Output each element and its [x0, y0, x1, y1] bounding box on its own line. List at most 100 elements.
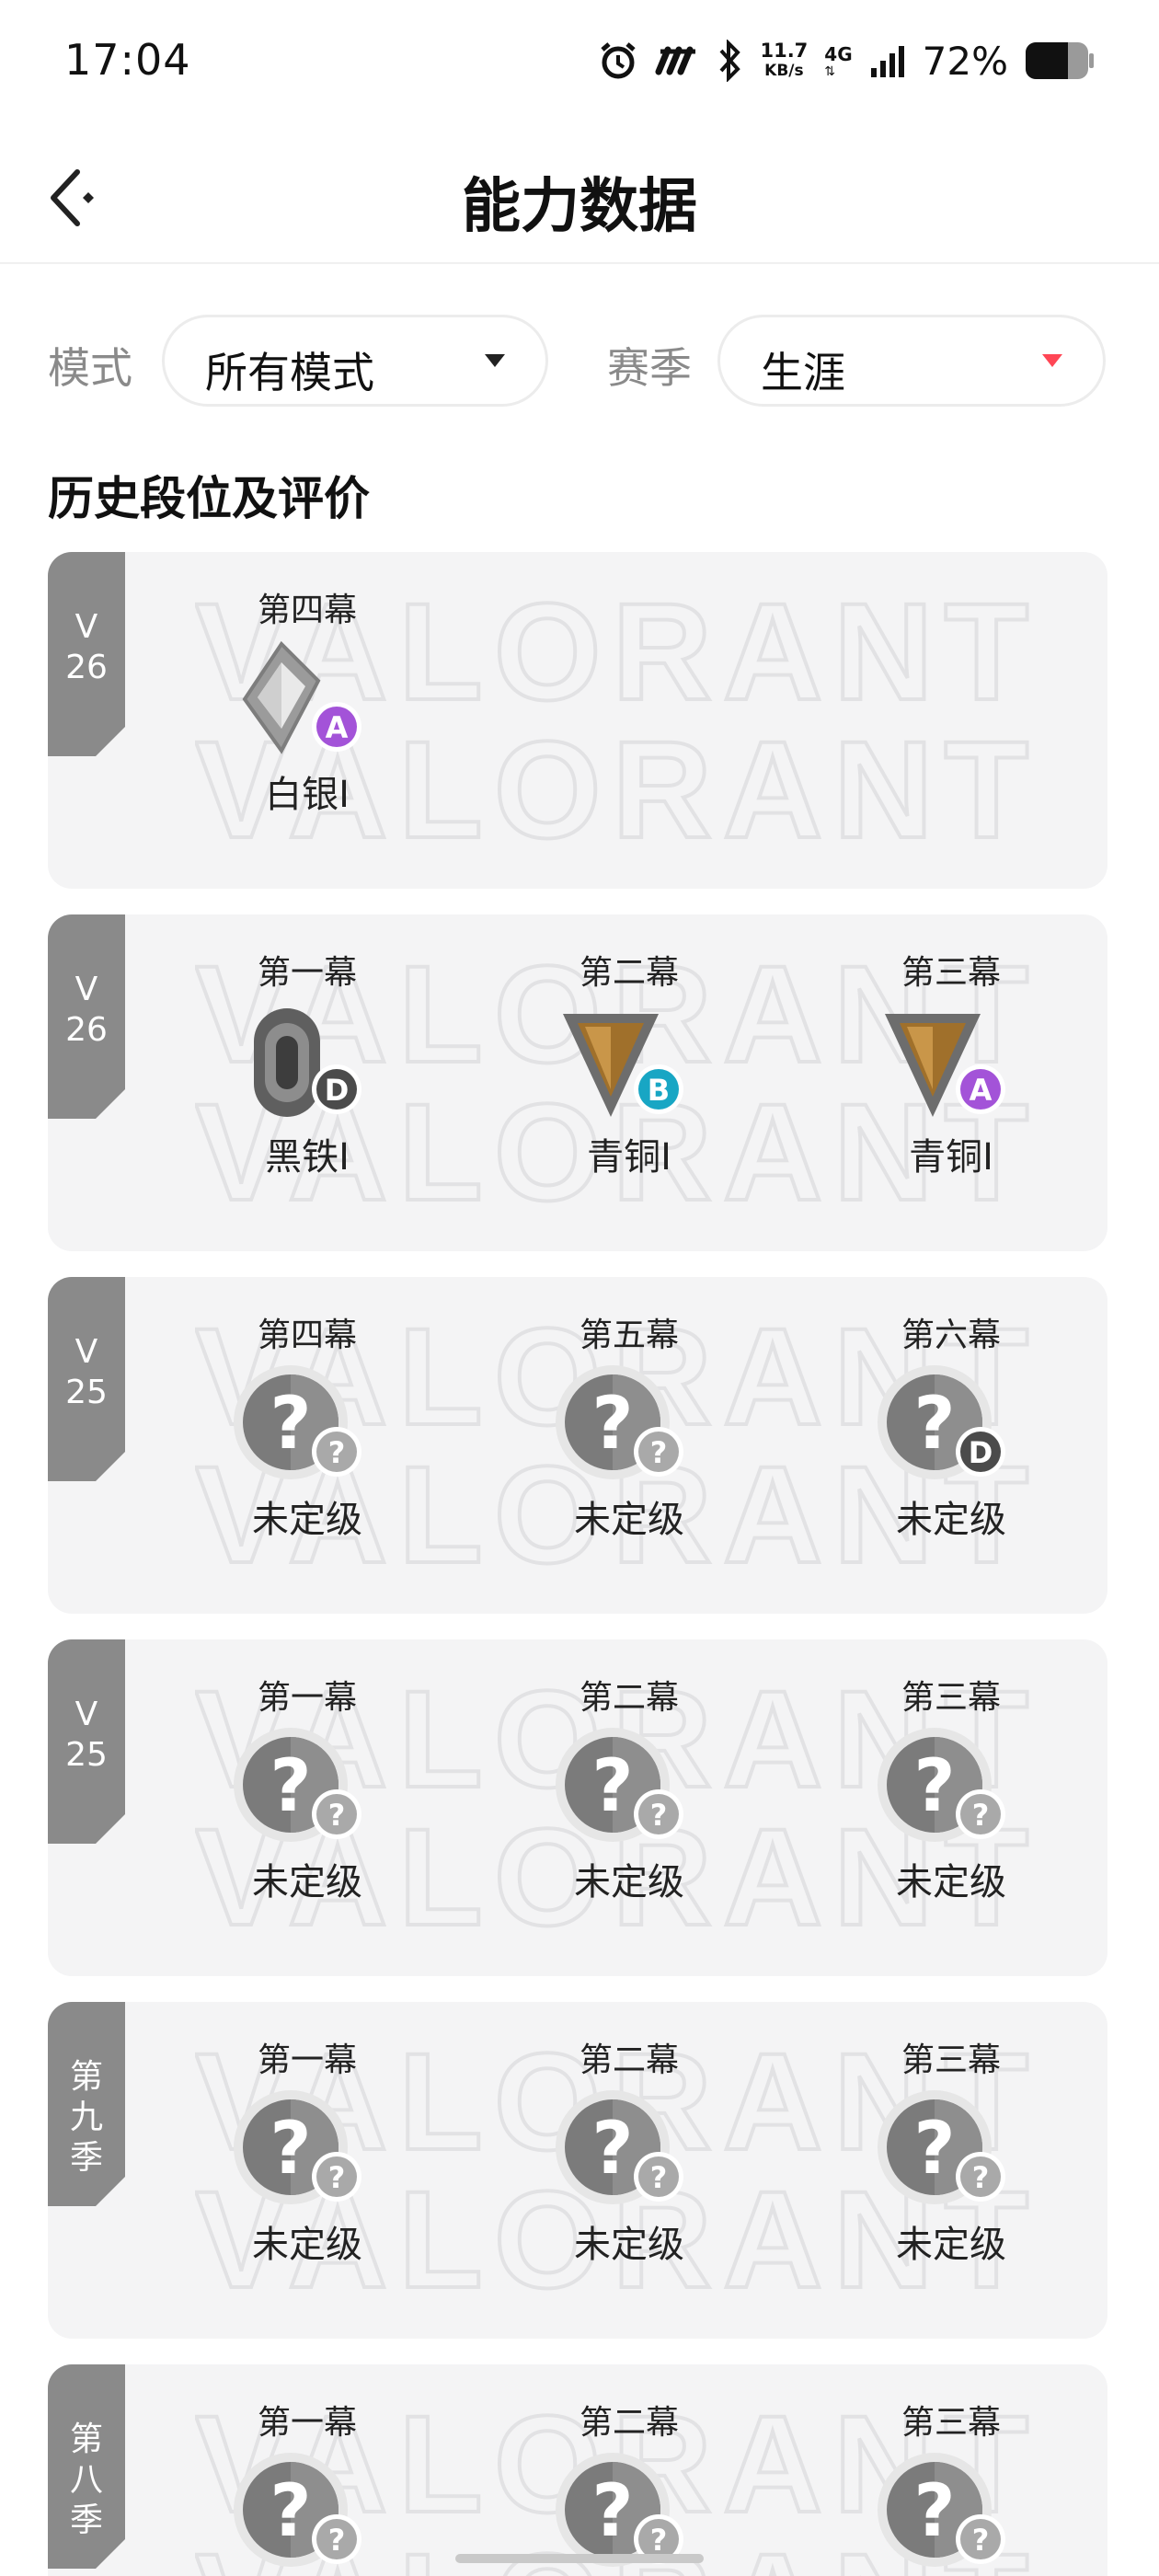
grade-badge: ?: [956, 2152, 1005, 2202]
grade-letter: ?: [328, 1798, 346, 1833]
act-name: 第二幕: [579, 1679, 679, 1717]
season-card[interactable]: VALORANTVALORANTV 25 第一幕 ? ? 未定级 第二幕: [48, 1639, 1107, 1976]
grade-letter: ?: [328, 2523, 346, 2558]
act-rank-item[interactable]: 第二幕 B 青铜I: [537, 951, 721, 1179]
act-name: 第三幕: [901, 2041, 1001, 2079]
season-tag-label: V 26: [65, 608, 108, 686]
rank-unranked-icon: ? ?: [234, 2088, 381, 2217]
act-name: 第三幕: [901, 954, 1001, 992]
status-icons: 11.7 KB/s 4G ⇅ 72%: [598, 35, 1095, 86]
rank-unranked-icon: ? ?: [878, 1726, 1025, 1855]
grade-letter: D: [325, 1073, 350, 1108]
act-rank-item[interactable]: 第一幕 D 黑铁I: [215, 951, 399, 1179]
grade-letter: ?: [650, 2160, 668, 2195]
ability-data-page: 17:04 11.7 KB/s 4G ⇅ 72% 能力数据 模式 所有模式 赛季…: [0, 0, 1159, 2576]
grade-letter: ?: [328, 2160, 346, 2195]
grade-badge: ?: [634, 2152, 683, 2202]
grade-badge: ?: [312, 2152, 361, 2202]
mode-select-value: 所有模式: [205, 348, 374, 397]
rank-name: 黑铁I: [265, 1136, 350, 1179]
act-rank-item[interactable]: 第一幕 ? ? 未定级: [215, 2039, 399, 2267]
grade-badge: ?: [634, 1789, 683, 1839]
signal-icon: [870, 46, 904, 77]
grade-badge: ?: [312, 1789, 361, 1839]
season-card[interactable]: VALORANTVALORANTV 25 第四幕 ? ? 未定级 第五幕: [48, 1277, 1107, 1614]
act-name: 第三幕: [901, 2404, 1001, 2442]
alarm-icon: [601, 42, 637, 79]
act-name: 第四幕: [257, 1317, 357, 1354]
battery-percent: 72%: [922, 38, 1008, 84]
act-rank-item[interactable]: 第三幕 ? ? 未定级: [859, 2039, 1043, 2267]
rank-name: 未定级: [252, 1861, 362, 1903]
act-rank-item[interactable]: 第二幕 ? ? 未定级: [537, 2401, 721, 2576]
grade-letter: ?: [972, 2523, 990, 2558]
season-label: 赛季: [607, 343, 692, 393]
act-rank-item[interactable]: 第四幕 A 白银I: [215, 589, 399, 817]
season-tag: 第 八 季: [48, 2364, 125, 2569]
dropdown-arrow-icon: [1042, 354, 1062, 367]
act-rank-item[interactable]: 第四幕 ? ? 未定级: [215, 1314, 399, 1542]
grade-letter: B: [648, 1073, 670, 1108]
dropdown-arrow-icon: [485, 354, 505, 367]
rank-name: 未定级: [252, 1499, 362, 1541]
season-tag-label: V 26: [65, 971, 108, 1049]
mobile-network: 4G ⇅: [824, 43, 852, 78]
grade-letter: A: [970, 1073, 993, 1108]
act-rank-item[interactable]: 第五幕 ? ? 未定级: [537, 1314, 721, 1542]
rank-bronze-icon: A: [878, 1001, 1025, 1130]
rank-unranked-icon: ? ?: [556, 1726, 703, 1855]
grade-badge: ?: [956, 2514, 1005, 2564]
app-notification-icon: [655, 46, 696, 75]
rank-name: 未定级: [896, 2224, 1006, 2266]
bluetooth-icon: [719, 40, 741, 82]
season-tag: V 26: [48, 914, 125, 1119]
battery-icon: [1026, 42, 1094, 79]
act-name: 第一幕: [257, 954, 357, 992]
page-title: 能力数据: [462, 173, 697, 241]
grade-letter: ?: [972, 2160, 990, 2195]
filter-bar: 模式 所有模式 赛季 生涯: [48, 315, 1115, 407]
rank-unranked-icon: ? ?: [556, 2088, 703, 2217]
act-rank-item[interactable]: 第一幕 ? ? 未定级: [215, 1676, 399, 1904]
act-rank-item[interactable]: 第二幕 ? ? 未定级: [537, 1676, 721, 1904]
home-indicator[interactable]: [455, 2554, 704, 2563]
network-type: 4G: [824, 43, 853, 65]
season-card[interactable]: VALORANTVALORANT第 九 季 第一幕 ? ? 未定级 第二幕: [48, 2002, 1107, 2339]
act-name: 第二幕: [579, 2041, 679, 2079]
rank-unranked-icon: ? D: [878, 1363, 1025, 1492]
status-time: 17:04: [64, 35, 191, 85]
season-card[interactable]: VALORANT VALORANT V 26 第四幕 A 白银I: [48, 552, 1107, 889]
rank-unranked-icon: ? ?: [234, 1726, 381, 1855]
season-tag-label: 第 九 季: [69, 2058, 103, 2177]
data-arrows-icon: ⇅: [824, 64, 836, 79]
grade-badge: D: [312, 1064, 361, 1114]
rank-name: 未定级: [574, 1861, 684, 1903]
season-card[interactable]: VALORANTVALORANTV 26 第一幕 D 黑铁I 第二幕: [48, 914, 1107, 1251]
season-card[interactable]: VALORANTVALORANT第 八 季 第一幕 ? ? 未定级 第二幕: [48, 2364, 1107, 2576]
rank-name: 未定级: [896, 1861, 1006, 1903]
rank-name: 青铜I: [587, 1136, 671, 1179]
mode-select[interactable]: 所有模式: [162, 315, 548, 407]
rank-name: 白银I: [265, 774, 350, 816]
season-tag: 第 九 季: [48, 2002, 125, 2206]
grade-letter: ?: [972, 1798, 990, 1833]
network-speed-value: 11.7: [760, 40, 809, 62]
act-rank-item[interactable]: 第六幕 ? D 未定级: [859, 1314, 1043, 1542]
act-name: 第六幕: [901, 1317, 1001, 1354]
season-tag-label: V 25: [65, 1696, 108, 1774]
grade-badge: ?: [312, 2514, 361, 2564]
act-rank-item[interactable]: 第三幕 A 青铜I: [859, 951, 1043, 1179]
act-rank-item[interactable]: 第三幕 ? ? 未定级: [859, 1676, 1043, 1904]
season-tag: V 26: [48, 552, 125, 756]
rank-bronze-icon: B: [556, 1001, 703, 1130]
season-select[interactable]: 生涯: [717, 315, 1106, 407]
act-name: 第四幕: [257, 592, 357, 629]
rank-name: 未定级: [252, 2224, 362, 2266]
rank-unranked-icon: ? ?: [878, 2088, 1025, 2217]
rank-unranked-icon: ? ?: [878, 2451, 1025, 2576]
network-speed: 11.7 KB/s: [760, 40, 808, 81]
act-rank-item[interactable]: 第三幕 ? ? 未定级: [859, 2401, 1043, 2576]
grade-letter: ?: [650, 1435, 668, 1470]
act-rank-item[interactable]: 第二幕 ? ? 未定级: [537, 2039, 721, 2267]
act-rank-item[interactable]: 第一幕 ? ? 未定级: [215, 2401, 399, 2576]
